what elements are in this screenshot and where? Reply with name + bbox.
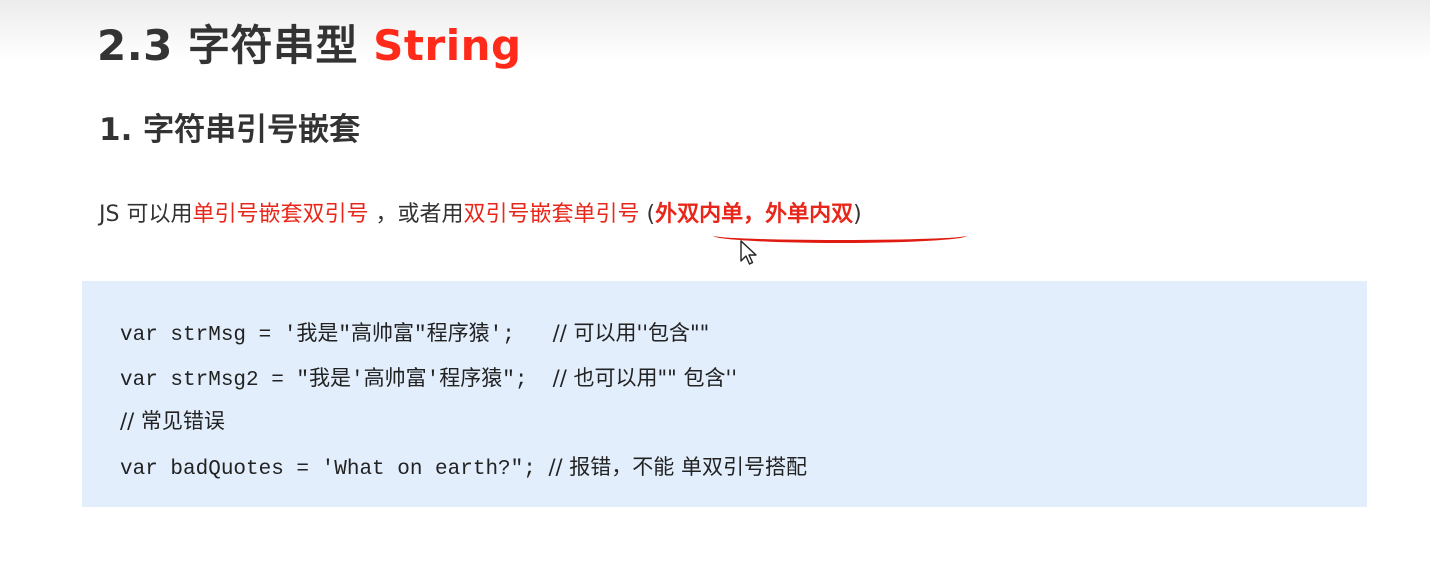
code-line-4: var badQuotes = 'What on earth?"; // 报错，… (120, 451, 807, 481)
code-block: var strMsg = '我是"高帅富"程序猿'; // 可以用''包含"" … (82, 281, 1367, 507)
desc-highlight: 外双内单，外单内双 (655, 202, 854, 227)
code-line-3: // 常见错误 (120, 405, 225, 435)
description-text: JS 可以用单引号嵌套双引号 ，或者用双引号嵌套单引号 (外双内单，外单内双) (99, 196, 862, 228)
desc-paren-open: ( (639, 202, 656, 227)
mouse-pointer-icon (740, 240, 757, 265)
code-line-1: var strMsg = '我是"高帅富"程序猿'; // 可以用''包含"" (120, 317, 709, 347)
code-comment: // 也可以用"" 包含'' (552, 366, 738, 390)
desc-paren-close: ) (853, 202, 862, 227)
code-comment: // 常见错误 (120, 409, 225, 433)
title-prefix: 2.3 字符串型 (97, 21, 374, 70)
code-statement: var strMsg = '我是"高帅富"程序猿'; (120, 324, 553, 347)
section-heading: 1. 字符串引号嵌套 (99, 112, 361, 148)
desc-part2: ，或者用 (368, 202, 464, 227)
page-title: 2.3 字符串型 String (97, 12, 522, 73)
desc-part1: JS 可以用 (99, 202, 193, 227)
title-accent: String (373, 21, 522, 70)
code-comment: // 可以用''包含"" (552, 321, 710, 345)
desc-red2: 双引号嵌套单引号 (463, 202, 640, 227)
code-comment: // 报错，不能 单双引号搭配 (548, 455, 807, 479)
code-statement: var strMsg2 = "我是'高帅富'程序猿"; (120, 369, 553, 392)
code-statement: var badQuotes = 'What on earth?"; (120, 458, 549, 481)
code-line-2: var strMsg2 = "我是'高帅富'程序猿"; // 也可以用"" 包含… (120, 362, 737, 392)
desc-red1: 单引号嵌套双引号 (192, 202, 369, 227)
